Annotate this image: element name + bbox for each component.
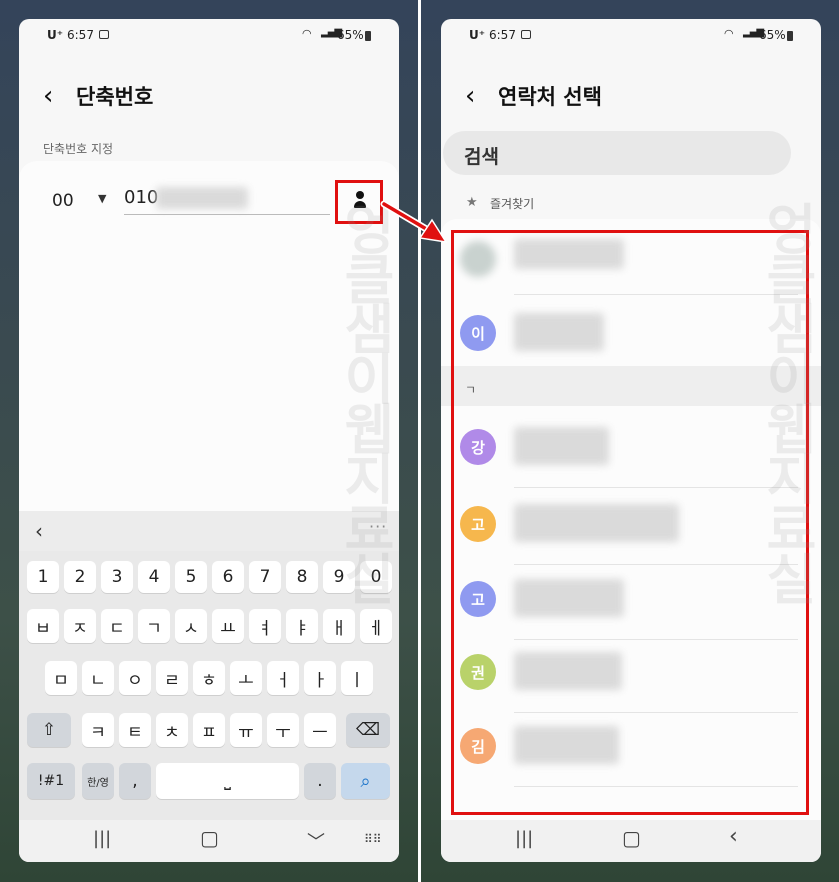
- back-nav-icon[interactable]: ‹: [729, 824, 738, 849]
- carrier-label: U⁺: [469, 28, 486, 42]
- key-ㅇ[interactable]: ㅇ: [119, 661, 151, 695]
- phone-number-input[interactable]: 010: [124, 187, 158, 208]
- blurred-number: [156, 187, 248, 209]
- key-ㅕ[interactable]: ㅕ: [249, 609, 281, 643]
- key-ㅛ[interactable]: ㅛ: [212, 609, 244, 643]
- annotation-arrow: [380, 200, 448, 243]
- symbols-key[interactable]: !#1: [27, 763, 75, 799]
- status-bar: U⁺ 6:57 ◠ ▂▄▆ 65%: [441, 19, 821, 51]
- key-6[interactable]: 6: [212, 561, 244, 593]
- carrier-label: U⁺: [47, 28, 64, 42]
- battery-level: 65%: [759, 28, 786, 42]
- page-title: 연락처 선택: [498, 85, 602, 109]
- key-ㄴ[interactable]: ㄴ: [82, 661, 114, 695]
- backspace-key[interactable]: ⌫: [346, 713, 390, 747]
- battery-level: 65%: [337, 28, 364, 42]
- language-key[interactable]: 한/영: [82, 763, 114, 799]
- recent-apps-icon[interactable]: |||: [515, 828, 533, 849]
- navigation-bar: ||| ▢ ﹀ ⠿⠿: [19, 820, 399, 862]
- watermark-text: 엉클샘이웹지료실: [755, 201, 818, 601]
- shift-icon: ⇧: [41, 720, 57, 740]
- key-ㅓ[interactable]: ㅓ: [267, 661, 299, 695]
- space-key[interactable]: ⎵: [156, 763, 299, 799]
- contact-select-screen: U⁺ 6:57 ◠ ▂▄▆ 65% ‹ 연락처 선택 검색 ★ 즐겨찾기 이강고…: [441, 19, 821, 862]
- key-ㄱ[interactable]: ㄱ: [138, 609, 170, 643]
- key-1[interactable]: 1: [27, 561, 59, 593]
- backspace-icon: ⌫: [355, 720, 381, 740]
- home-icon[interactable]: ▢: [622, 826, 641, 850]
- battery-icon: [365, 31, 371, 41]
- clock: 6:57: [489, 28, 516, 42]
- key-ㅗ[interactable]: ㅗ: [230, 661, 262, 695]
- search-key[interactable]: ⌕: [341, 763, 390, 799]
- key-ㄷ[interactable]: ㄷ: [101, 609, 133, 643]
- wifi-icon: ◠: [724, 27, 734, 40]
- key-ㅠ[interactable]: ㅠ: [230, 713, 262, 747]
- search-placeholder: 검색: [464, 146, 499, 168]
- key-8[interactable]: 8: [286, 561, 318, 593]
- back-arrow-icon[interactable]: ‹: [465, 81, 475, 111]
- navigation-bar: ||| ▢ ‹: [441, 820, 821, 862]
- back-arrow-icon[interactable]: ‹: [43, 81, 53, 111]
- star-icon: ★: [466, 195, 478, 210]
- key-ㅈ[interactable]: ㅈ: [64, 609, 96, 643]
- watermark-text: 엉클샘이웹지료실: [333, 201, 396, 601]
- keyboard-switch-icon[interactable]: ⠿⠿: [364, 832, 382, 846]
- key-ㅡ[interactable]: ㅡ: [304, 713, 336, 747]
- dropdown-arrow-icon[interactable]: ▼: [98, 192, 106, 205]
- space-icon: ⎵: [224, 771, 231, 791]
- gallery-notification-icon: [99, 30, 109, 39]
- keyboard-toolbar-back-icon[interactable]: ‹: [35, 519, 43, 543]
- input-underline: [124, 214, 330, 215]
- key-ㅜ[interactable]: ㅜ: [267, 713, 299, 747]
- speed-dial-screen: U⁺ 6:57 ◠ ▂▄▆ 65% ‹ 단축번호 단축번호 지정 00 ▼ 01…: [19, 19, 399, 862]
- wifi-icon: ◠: [302, 27, 312, 40]
- screen-divider: [418, 0, 421, 882]
- key-ㅅ[interactable]: ㅅ: [175, 609, 207, 643]
- key-ㅌ[interactable]: ㅌ: [119, 713, 151, 747]
- hide-keyboard-icon[interactable]: ﹀: [307, 828, 325, 854]
- key-3[interactable]: 3: [101, 561, 133, 593]
- key-ㅋ[interactable]: ㅋ: [82, 713, 114, 747]
- key-ㅁ[interactable]: ㅁ: [45, 661, 77, 695]
- key-2[interactable]: 2: [64, 561, 96, 593]
- key-ㅊ[interactable]: ㅊ: [156, 713, 188, 747]
- key-ㅏ[interactable]: ㅏ: [304, 661, 336, 695]
- shift-key[interactable]: ⇧: [27, 713, 71, 747]
- page-title: 단축번호: [76, 85, 154, 109]
- key-ㅣ[interactable]: ㅣ: [341, 661, 373, 695]
- key-ㅐ[interactable]: ㅐ: [323, 609, 355, 643]
- status-bar: U⁺ 6:57 ◠ ▂▄▆ 65%: [19, 19, 399, 51]
- speed-dial-number-select[interactable]: 00: [52, 191, 74, 211]
- home-icon[interactable]: ▢: [200, 826, 219, 850]
- key-ㅔ[interactable]: ㅔ: [360, 609, 392, 643]
- period-key[interactable]: .: [304, 763, 336, 799]
- key-7[interactable]: 7: [249, 561, 281, 593]
- key-ㅂ[interactable]: ㅂ: [27, 609, 59, 643]
- key-4[interactable]: 4: [138, 561, 170, 593]
- key-ㄹ[interactable]: ㄹ: [156, 661, 188, 695]
- search-icon: ⌕: [360, 770, 371, 792]
- gallery-notification-icon: [521, 30, 531, 39]
- key-5[interactable]: 5: [175, 561, 207, 593]
- clock: 6:57: [67, 28, 94, 42]
- key-ㅍ[interactable]: ㅍ: [193, 713, 225, 747]
- section-label: 단축번호 지정: [43, 142, 114, 156]
- recent-apps-icon[interactable]: |||: [93, 828, 111, 849]
- favorites-label: 즐겨찾기: [490, 197, 535, 211]
- comma-key[interactable]: ,: [119, 763, 151, 799]
- battery-icon: [787, 31, 793, 41]
- key-ㅑ[interactable]: ㅑ: [286, 609, 318, 643]
- key-ㅎ[interactable]: ㅎ: [193, 661, 225, 695]
